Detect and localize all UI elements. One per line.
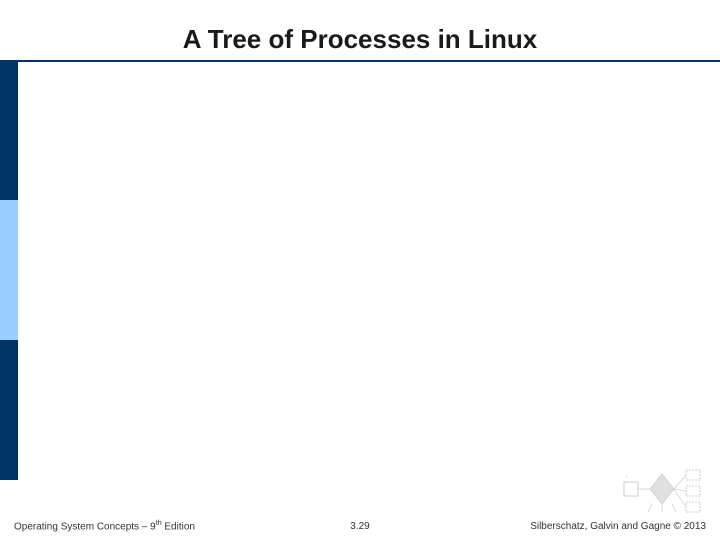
svg-text:t: t — [626, 474, 628, 479]
slide-title: A Tree of Processes in Linux — [0, 24, 720, 55]
accent-dark-2 — [0, 340, 18, 480]
footer-copyright: Silberschatz, Galvin and Gagne © 2013 — [530, 521, 706, 532]
footer-page-number: 3.29 — [350, 521, 369, 532]
footer-book-suffix: Edition — [162, 521, 195, 532]
footer-left: Operating System Concepts – 9th Edition — [14, 520, 195, 532]
left-accent-bar — [0, 60, 18, 480]
accent-dark — [0, 60, 18, 200]
slide-footer: Operating System Concepts – 9th Edition … — [0, 512, 720, 532]
footer-book-prefix: Operating System Concepts – 9 — [14, 521, 156, 532]
title-underline — [0, 60, 720, 62]
accent-light — [0, 200, 18, 340]
corner-diagram-icon: t — [622, 464, 702, 514]
